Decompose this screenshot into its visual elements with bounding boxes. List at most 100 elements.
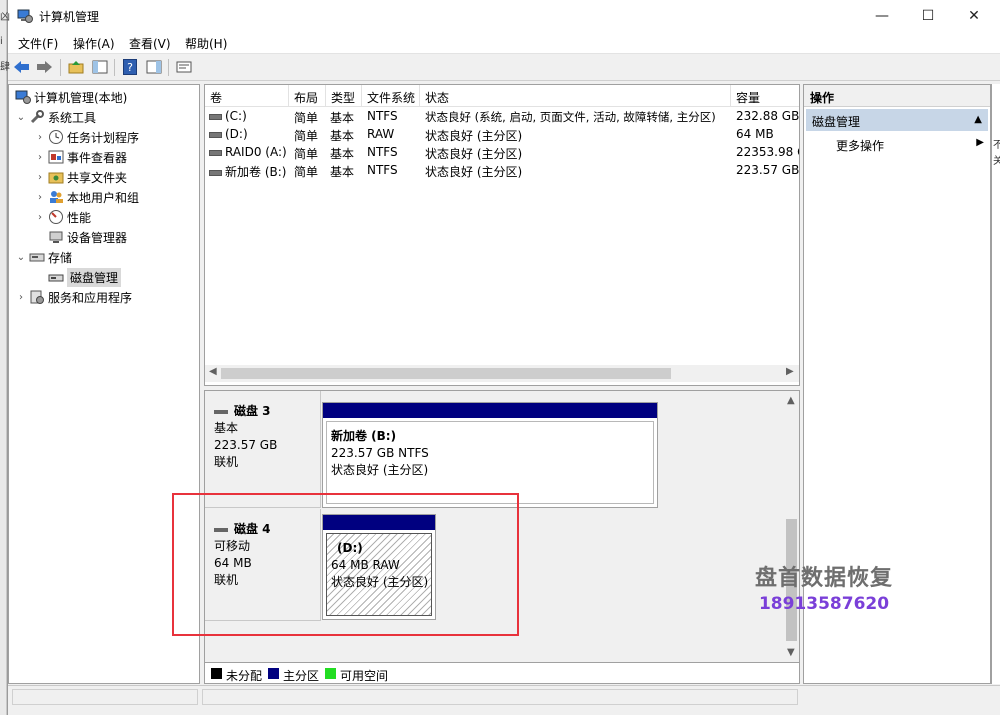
tree-item-performance[interactable]: › 性能 — [34, 207, 91, 227]
legend-swatch-primary — [268, 668, 279, 679]
disk-management-icon — [48, 274, 64, 282]
disk-name: 磁盘 3 — [234, 404, 271, 418]
scrollbar-thumb[interactable] — [221, 368, 671, 379]
up-folder-button[interactable] — [66, 58, 86, 76]
show-hide-tree-button[interactable] — [90, 58, 110, 76]
volume-layout: 简单 — [294, 129, 319, 143]
right-edge-text: 不 — [993, 136, 1000, 151]
column-header-volume[interactable]: 卷 — [205, 85, 289, 107]
maximize-button[interactable]: ☐ — [905, 0, 951, 31]
column-header-status[interactable]: 状态 — [420, 85, 731, 107]
tree-item-disk-management[interactable]: 磁盘管理 — [46, 267, 122, 287]
legend-swatch-free — [325, 668, 336, 679]
legend-swatch-unallocated — [211, 668, 222, 679]
chevron-right-icon[interactable]: › — [34, 152, 46, 163]
volume-icon — [209, 149, 222, 156]
disk-state: 联机 — [214, 455, 239, 469]
chevron-right-icon[interactable]: › — [34, 172, 46, 183]
scroll-left-icon[interactable]: ◀ — [209, 366, 217, 377]
volume-icon — [209, 131, 222, 138]
menu-view[interactable]: 查看(V) — [129, 35, 171, 52]
action-pane-icon — [146, 60, 162, 74]
forward-arrow-icon — [37, 61, 52, 73]
tree-item-services-apps[interactable]: › 服务和应用程序 — [15, 287, 132, 307]
help-button[interactable]: ? — [120, 58, 140, 76]
scroll-down-icon[interactable]: ▼ — [787, 647, 795, 658]
column-header-filesystem[interactable]: 文件系统 — [362, 85, 420, 107]
tree-item-local-users[interactable]: › 本地用户和组 — [34, 187, 139, 207]
tree-label: 计算机管理(本地) — [34, 90, 128, 105]
partition-d[interactable]: (D:) 64 MB RAW 状态良好 (主分区) — [322, 514, 436, 620]
chevron-right-icon[interactable]: ▶ — [976, 137, 984, 148]
chevron-down-icon[interactable]: ⌄ — [15, 112, 27, 123]
tree-label: 存储 — [48, 250, 73, 265]
watermark-name: 盘首数据恢复 — [755, 566, 894, 591]
minimize-button[interactable]: — — [859, 0, 905, 31]
tree-label: 任务计划程序 — [67, 130, 140, 145]
back-button[interactable] — [12, 58, 32, 76]
title-bar: 计算机管理 — ☐ ✕ — [8, 0, 1000, 31]
background-window-strip: 凶 i 肆 — [0, 0, 10, 715]
volume-layout: 简单 — [294, 165, 319, 179]
tree-label: 事件查看器 — [67, 150, 128, 165]
partition-name: (D:) — [337, 541, 363, 555]
volume-status: 状态良好 (主分区) — [425, 147, 523, 161]
tree-label: 性能 — [67, 210, 92, 225]
tree-item-storage[interactable]: ⌄ 存储 — [15, 247, 72, 267]
tree-item-task-scheduler[interactable]: › 任务计划程序 — [34, 127, 139, 147]
partition-detail: 223.57 GB NTFS — [331, 446, 429, 460]
collapse-up-icon[interactable]: ▲ — [974, 114, 982, 125]
chevron-down-icon[interactable]: ⌄ — [15, 252, 27, 263]
device-manager-icon — [49, 231, 63, 243]
disk-kind: 基本 — [214, 421, 239, 435]
show-hide-action-pane-button[interactable] — [144, 58, 164, 76]
column-header-layout[interactable]: 布局 — [289, 85, 326, 107]
volume-icon — [209, 113, 222, 120]
right-edge-panel: 不 关 — [991, 84, 1000, 684]
partition-detail: 64 MB RAW — [331, 558, 400, 572]
volume-fs: NTFS — [367, 109, 398, 123]
tree-item-event-viewer[interactable]: › 事件查看器 — [34, 147, 127, 167]
primary-partition-bar — [323, 403, 657, 418]
watermark: 盘首数据恢复 18913587620 — [755, 560, 893, 614]
svg-text:?: ? — [127, 61, 133, 74]
partition-b[interactable]: 新加卷 (B:) 223.57 GB NTFS 状态良好 (主分区) — [322, 402, 658, 508]
more-actions-item[interactable]: 更多操作 — [836, 137, 884, 154]
chevron-right-icon[interactable]: › — [34, 192, 46, 203]
tree-label: 磁盘管理 — [67, 267, 122, 287]
console-tree-icon — [92, 60, 108, 74]
minimize-icon: — — [875, 7, 889, 24]
scroll-up-icon[interactable]: ▲ — [787, 395, 795, 406]
close-button[interactable]: ✕ — [951, 0, 997, 31]
properties-button[interactable] — [174, 58, 194, 76]
actions-section-disk-management[interactable]: 磁盘管理 ▲ — [806, 109, 988, 131]
tree-label: 共享文件夹 — [67, 170, 128, 185]
column-header-type[interactable]: 类型 — [326, 85, 362, 107]
users-icon — [50, 191, 63, 203]
status-bar — [8, 685, 1000, 707]
disk-4-label[interactable]: 磁盘 4 可移动 64 MB 联机 — [205, 509, 321, 621]
forward-button[interactable] — [34, 58, 54, 76]
scroll-right-icon[interactable]: ▶ — [786, 366, 794, 377]
volume-name: (D:) — [225, 127, 248, 141]
strip-text: i — [0, 36, 3, 47]
menu-file[interactable]: 文件(F) — [18, 35, 58, 52]
column-header-capacity[interactable]: 容量 — [731, 85, 799, 107]
tree-item-device-manager[interactable]: 设备管理器 — [46, 227, 127, 247]
tree-item-root[interactable]: 计算机管理(本地) — [13, 87, 127, 107]
tree-item-system-tools[interactable]: ⌄ 系统工具 — [15, 107, 96, 127]
partition-status: 状态良好 (主分区) — [331, 463, 429, 477]
legend-label: 未分配 — [226, 669, 263, 683]
menu-help[interactable]: 帮助(H) — [185, 35, 227, 52]
horizontal-scrollbar[interactable]: ◀ ▶ — [205, 365, 799, 382]
chevron-right-icon[interactable]: › — [15, 292, 27, 303]
vertical-scrollbar[interactable]: ▲ ▼ — [783, 391, 799, 661]
menu-action[interactable]: 操作(A) — [73, 35, 115, 52]
chevron-right-icon[interactable]: › — [34, 132, 46, 143]
volume-fs: RAW — [367, 127, 395, 141]
disk-legend: 未分配 主分区 可用空间 — [204, 662, 800, 684]
status-segment — [202, 689, 798, 705]
chevron-right-icon[interactable]: › — [34, 212, 46, 223]
disk-3-label[interactable]: 磁盘 3 基本 223.57 GB 联机 — [205, 391, 321, 508]
tree-item-shared-folders[interactable]: › 共享文件夹 — [34, 167, 127, 187]
